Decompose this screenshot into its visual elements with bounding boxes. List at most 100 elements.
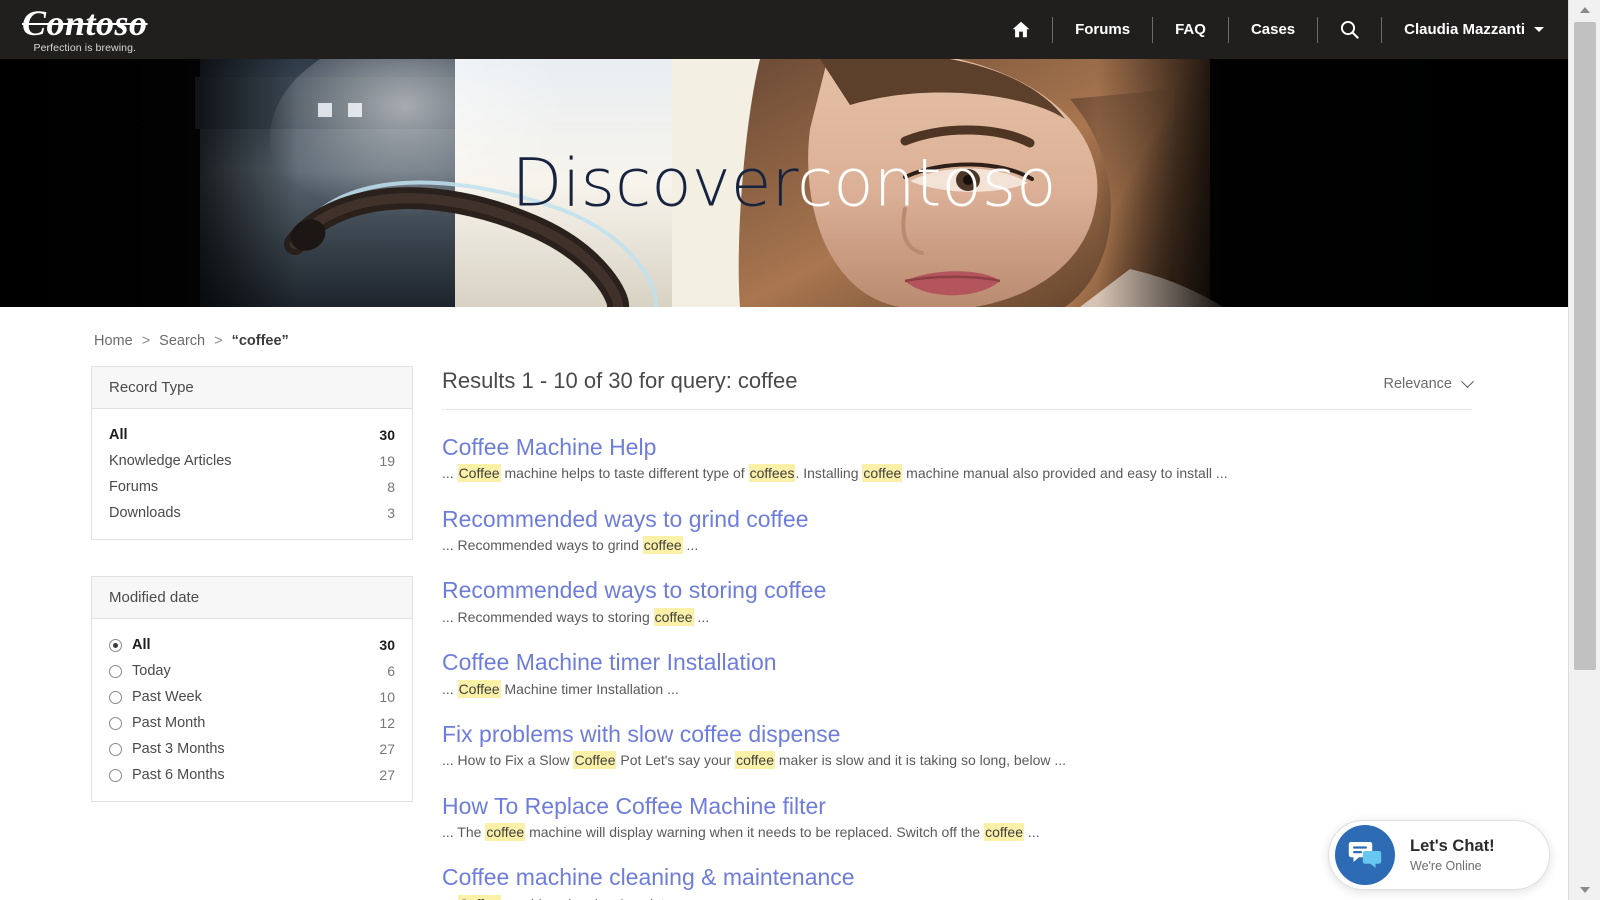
search-result-item: Recommended ways to storing coffee ... Re…: [442, 555, 1472, 627]
nav-faq-link[interactable]: FAQ: [1153, 15, 1228, 45]
result-snippet: ... Coffee machine helps to taste differ…: [442, 463, 1472, 483]
nav-forums-link[interactable]: Forums: [1053, 15, 1152, 45]
site-logo[interactable]: Contoso Perfection is brewing.: [16, 5, 148, 54]
search-term-highlight: coffee: [643, 536, 683, 554]
nav-home-link[interactable]: [990, 15, 1052, 45]
snippet-text: ... How to Fix a Slow: [442, 752, 573, 768]
search-term-highlight: coffees: [749, 464, 796, 482]
result-snippet: ... Recommended ways to grind coffee ...: [442, 535, 1472, 555]
facet-item-all[interactable]: All 30: [92, 422, 412, 448]
facet-panel-record-type: Record Type All 30 Knowledge Articles 19: [91, 366, 413, 540]
breadcrumb-search[interactable]: Search: [159, 333, 205, 349]
search-term-highlight: Coffee: [458, 464, 501, 482]
nav-search-button[interactable]: [1318, 15, 1381, 45]
facet-panel-modified-date: Modified date All 30 Today 6: [91, 576, 413, 802]
result-title-link[interactable]: Coffee Machine timer Installation: [442, 649, 777, 675]
facet-item-knowledge-articles[interactable]: Knowledge Articles 19: [92, 448, 412, 474]
radio-icon[interactable]: [109, 717, 122, 730]
site-header: Contoso Perfection is brewing. Forums FA…: [0, 0, 1568, 59]
facet-label: All: [132, 637, 379, 653]
content-columns: Record Type All 30 Knowledge Articles 19: [0, 349, 1568, 900]
chat-text-block: Let's Chat! We're Online: [1410, 836, 1495, 874]
result-title-link[interactable]: Coffee machine cleaning & maintenance: [442, 864, 855, 890]
brand-name: Contoso: [22, 5, 148, 41]
facet-label: All: [109, 427, 379, 443]
snippet-text: . Installing: [795, 465, 862, 481]
facet-count: 8: [387, 479, 395, 495]
scrollbar-up-button[interactable]: [1569, 0, 1600, 20]
home-icon: [1012, 21, 1030, 38]
breadcrumb-separator: >: [214, 333, 222, 349]
user-menu-button[interactable]: Claudia Mazzanti: [1382, 15, 1550, 45]
snippet-text: Pot Let's say your: [616, 752, 735, 768]
date-filter-past-3-months[interactable]: Past 3 Months 27: [92, 736, 412, 762]
chevron-down-icon: [1534, 27, 1544, 32]
browser-scrollbar[interactable]: [1568, 0, 1600, 900]
date-filter-past-month[interactable]: Past Month 12: [92, 710, 412, 736]
chevron-down-icon: [1461, 375, 1474, 388]
facet-count: 12: [379, 715, 395, 731]
hero-banner: Discovercontoso: [0, 59, 1568, 307]
snippet-text: ... The: [442, 824, 485, 840]
radio-icon[interactable]: [109, 743, 122, 756]
result-title-link[interactable]: Coffee Machine Help: [442, 434, 656, 460]
nav-cases-link[interactable]: Cases: [1229, 15, 1317, 45]
search-result-item: Coffee machine cleaning & maintenance...…: [442, 842, 1472, 900]
breadcrumb-home[interactable]: Home: [94, 333, 133, 349]
snippet-text: ...: [442, 465, 458, 481]
search-term-highlight: coffee: [654, 608, 694, 626]
result-title-link[interactable]: Fix problems with slow coffee dispense: [442, 721, 840, 747]
result-snippet: ... How to Fix a Slow Coffee Pot Let's s…: [442, 750, 1472, 770]
search-term-highlight: Coffee: [458, 680, 501, 698]
facet-count: 27: [379, 741, 395, 757]
search-term-highlight: Coffee: [573, 751, 616, 769]
result-title-link[interactable]: How To Replace Coffee Machine filter: [442, 793, 826, 819]
search-result-item: Fix problems with slow coffee dispense..…: [442, 699, 1472, 771]
snippet-text: ...: [442, 681, 458, 697]
chevron-up-icon: [1580, 7, 1590, 13]
user-name-label: Claudia Mazzanti: [1404, 21, 1525, 38]
radio-icon[interactable]: [109, 691, 122, 704]
facet-item-forums[interactable]: Forums 8: [92, 474, 412, 500]
facet-item-downloads[interactable]: Downloads 3: [92, 500, 412, 526]
results-header: Results 1 - 10 of 30 for query: coffee R…: [442, 368, 1472, 410]
radio-icon[interactable]: [109, 769, 122, 782]
search-term-highlight: coffee: [984, 823, 1024, 841]
chat-title: Let's Chat!: [1410, 836, 1495, 857]
page-content: Home > Search > “coffee” Record Type All…: [0, 307, 1568, 900]
facet-label: Past Week: [132, 689, 379, 705]
radio-icon[interactable]: [109, 665, 122, 678]
snippet-text: machine manual also provided and easy to…: [902, 465, 1227, 481]
result-title-link[interactable]: Recommended ways to storing coffee: [442, 577, 826, 603]
date-filter-past-week[interactable]: Past Week 10: [92, 684, 412, 710]
facet-count: 30: [379, 427, 395, 443]
facet-count: 10: [379, 689, 395, 705]
sort-selected-value: Relevance: [1383, 376, 1452, 392]
chat-bubble-icon: [1335, 825, 1395, 885]
search-term-highlight: coffee: [862, 464, 902, 482]
result-title-link[interactable]: Recommended ways to grind coffee: [442, 506, 809, 532]
browser-viewport: Contoso Perfection is brewing. Forums FA…: [0, 0, 1568, 900]
facet-count: 27: [379, 767, 395, 783]
facet-label: Past 6 Months: [132, 767, 379, 783]
hero-title: Discovercontoso: [0, 145, 1568, 222]
facet-count: 30: [379, 637, 395, 653]
hero-title-part2: contoso: [797, 145, 1057, 222]
results-count-label: Results 1 - 10 of 30 for query: coffee: [442, 368, 797, 394]
live-chat-widget[interactable]: Let's Chat! We're Online: [1328, 820, 1550, 890]
date-filter-past-6-months[interactable]: Past 6 Months 27: [92, 762, 412, 788]
date-filter-today[interactable]: Today 6: [92, 658, 412, 684]
scrollbar-thumb[interactable]: [1574, 22, 1596, 670]
scrollbar-down-button[interactable]: [1569, 880, 1600, 900]
snippet-text: ... Recommended ways to storing: [442, 609, 654, 625]
search-result-item: Coffee Machine timer Installation... Cof…: [442, 627, 1472, 699]
snippet-text: ...: [694, 609, 710, 625]
search-term-highlight: coffee: [485, 823, 525, 841]
snippet-text: Machine timer Installation ...: [501, 681, 679, 697]
sort-dropdown[interactable]: Relevance: [1383, 376, 1472, 392]
radio-icon[interactable]: [109, 639, 122, 652]
facet-count: 6: [387, 663, 395, 679]
facet-list-modified-date: All 30 Today 6 Past Week: [92, 619, 412, 801]
date-filter-all[interactable]: All 30: [92, 632, 412, 658]
snippet-text: machine helps to taste different type of: [501, 465, 749, 481]
